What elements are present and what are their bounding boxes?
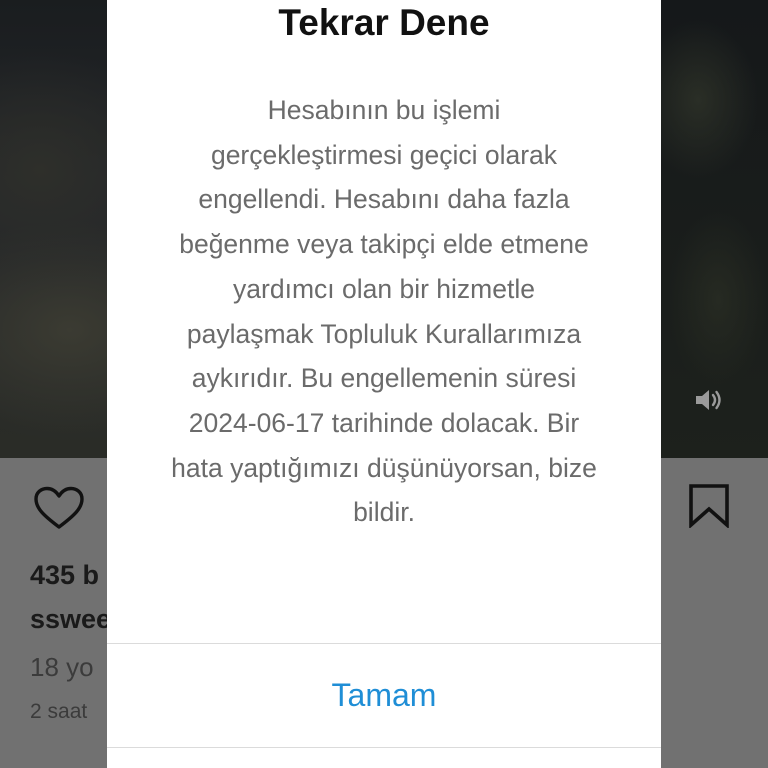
dialog-divider-bottom: [107, 747, 661, 748]
heart-outline-icon[interactable]: [33, 486, 85, 530]
bookmark-outline-icon[interactable]: [688, 484, 730, 528]
screen: 435 b sswee 18 yo 2 saat Tekrar Dene Hes…: [0, 0, 768, 768]
volume-icon: [696, 390, 721, 410]
caption-username[interactable]: sswee: [30, 604, 111, 635]
view-comments-link[interactable]: 18 yo: [30, 652, 94, 683]
post-timestamp: 2 saat: [30, 700, 88, 723]
ok-button[interactable]: Tamam: [107, 644, 661, 747]
dialog-message: Hesabının bu işlemi gerçekleştirmesi geç…: [171, 95, 597, 528]
action-blocked-dialog: Tekrar Dene Hesabının bu işlemi gerçekle…: [107, 0, 661, 768]
likes-count[interactable]: 435 b: [30, 560, 99, 591]
dialog-title: Tekrar Dene: [278, 2, 490, 43]
